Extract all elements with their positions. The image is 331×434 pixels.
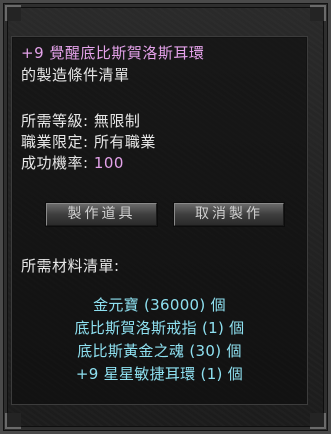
frame-corner — [5, 413, 21, 429]
class-restriction-row: 職業限定: 所有職業 — [21, 133, 156, 151]
item-subtitle: 的製造條件清單 — [21, 66, 130, 84]
material-item: 底比斯賀洛斯戒指 (1) 個 — [74, 319, 245, 337]
success-rate-row: 成功機率: 100 — [21, 154, 124, 172]
materials-heading: 所需材料清單: — [21, 257, 120, 275]
class-restriction-label: 職業限定: — [21, 133, 89, 151]
frame-corner — [310, 5, 326, 21]
class-restriction-value: 所有職業 — [93, 133, 156, 151]
required-level-label: 所需等級: — [21, 112, 89, 130]
success-rate-label: 成功機率: — [21, 154, 89, 172]
material-item: +9 星星敏捷耳環 (1) 個 — [75, 365, 244, 383]
item-title: +9 覺醒底比斯賀洛斯耳環 — [21, 44, 205, 62]
required-level-row: 所需等級: 無限制 — [21, 112, 140, 130]
material-item: 金元寶 (36000) 個 — [93, 296, 226, 314]
success-rate-value: 100 — [93, 154, 124, 172]
make-item-button[interactable]: 製作道具 — [46, 203, 157, 226]
frame-corner — [310, 413, 326, 429]
frame-corner — [5, 5, 21, 21]
materials-list: 金元寶 (36000) 個 底比斯賀洛斯戒指 (1) 個 底比斯黃金之魂 (30… — [11, 294, 308, 386]
material-item: 底比斯黃金之魂 (30) 個 — [77, 342, 242, 360]
cancel-crafting-button[interactable]: 取消製作 — [174, 203, 284, 226]
required-level-value: 無限制 — [93, 112, 141, 130]
